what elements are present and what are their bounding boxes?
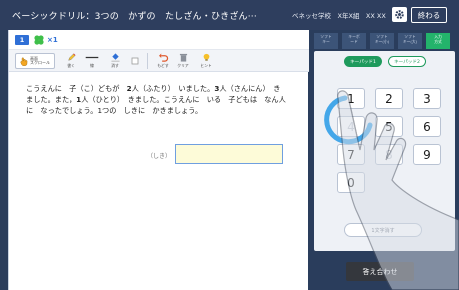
undo-icon	[158, 53, 168, 62]
input-mode-tab[interactable]: ソフト キー	[314, 33, 338, 49]
end-button[interactable]: 終わる	[411, 7, 447, 23]
problem-text-part: 人（ふたり） いました。	[131, 84, 215, 93]
hint-button[interactable]: ヒント	[199, 53, 213, 69]
pencil-icon	[67, 53, 76, 61]
hint-label: ヒント	[200, 63, 212, 68]
key-4[interactable]: 4	[337, 116, 365, 137]
settings-gear-icon[interactable]	[392, 7, 407, 22]
pen-tool-button[interactable]: 書く	[64, 53, 78, 69]
clear-button[interactable]: クリア	[175, 53, 191, 69]
key-3[interactable]: 3	[413, 88, 441, 109]
drill-title: ベーシックドリル：3つの かずの たしざん・ひきざん···	[12, 12, 257, 22]
key-6[interactable]: 6	[413, 116, 441, 137]
clear-label: クリア	[177, 63, 189, 68]
square-icon	[131, 57, 139, 65]
key-5[interactable]: 5	[375, 116, 403, 137]
input-mode-tab-active[interactable]: 入力 方式	[426, 33, 450, 49]
clover-count: ×1	[47, 36, 58, 44]
pen-tool-label: 書く	[67, 63, 75, 68]
formula-answer-field[interactable]	[175, 144, 283, 164]
undo-label: もどす	[157, 63, 169, 68]
eraser-icon	[110, 53, 120, 62]
input-mode-tab[interactable]: キーボ ード	[342, 33, 366, 49]
problem-text: こうえんに 子（こ）どもが 2人（ふたり） いました。3人（さんにん） きました…	[26, 84, 286, 116]
key-9[interactable]: 9	[413, 144, 441, 165]
clover-icon	[34, 35, 44, 45]
key-8[interactable]: 8	[375, 144, 403, 165]
line-tool-button[interactable]: 線	[83, 53, 101, 69]
problem-text-part: こうえんに 子（こ）どもが	[26, 84, 127, 93]
small-square-button[interactable]	[129, 53, 141, 69]
input-mode-tab[interactable]: ソフト キー(小)	[370, 33, 394, 49]
lightbulb-icon	[203, 53, 209, 61]
trash-icon	[179, 53, 187, 62]
keypad-area: キーパッド1 キーパッド2 1 2 3 4 5 6 7 8 9 0 1文字消す	[314, 51, 455, 251]
input-mode-tabs: ソフト キー キーボ ード ソフト キー(小) ソフト キー(大) 入力 方式	[314, 33, 454, 50]
toolbar-divider	[147, 53, 148, 69]
eraser-tool-label: 消す	[111, 63, 119, 68]
drawing-toolbar: 画面 スクロール 書く 線 消す もどす クリア ヒント	[9, 50, 309, 72]
key-0[interactable]: 0	[337, 172, 365, 193]
title-bar: ベーシックドリル：3つの かずの たしざん・ひきざん··· ベネッセ学校 X年X…	[0, 0, 459, 30]
keypad-2-tab[interactable]: キーパッド2	[388, 56, 426, 67]
question-header: 1 ×1	[9, 30, 309, 50]
line-icon	[85, 56, 99, 59]
formula-label: （しき）	[147, 153, 172, 160]
keypad-1-tab[interactable]: キーパッド1	[344, 56, 382, 67]
key-2[interactable]: 2	[375, 88, 403, 109]
key-1[interactable]: 1	[337, 88, 365, 109]
line-tool-label: 線	[90, 63, 94, 68]
hand-pointer-icon	[20, 57, 28, 66]
scroll-mode-label: 画面 スクロール	[30, 56, 50, 65]
keypad-panel: ソフト キー キーボ ード ソフト キー(小) ソフト キー(大) 入力 方式 …	[310, 30, 459, 290]
undo-button[interactable]: もどす	[155, 53, 171, 69]
scroll-mode-button[interactable]: 画面 スクロール	[15, 53, 55, 69]
eraser-tool-button[interactable]: 消す	[108, 53, 122, 69]
check-answer-button[interactable]: 答え合わせ	[346, 262, 414, 281]
erase-one-char-button[interactable]: 1文字消す	[344, 223, 422, 237]
input-mode-tab[interactable]: ソフト キー(大)	[398, 33, 422, 49]
question-panel: 1 ×1 画面 スクロール 書く 線 消す もどす クリア ヒント こうえんに …	[8, 30, 309, 290]
student-info: ベネッセ学校 X年X組 XX XX	[292, 12, 386, 20]
key-7[interactable]: 7	[337, 144, 365, 165]
question-number-badge: 1	[15, 35, 29, 45]
